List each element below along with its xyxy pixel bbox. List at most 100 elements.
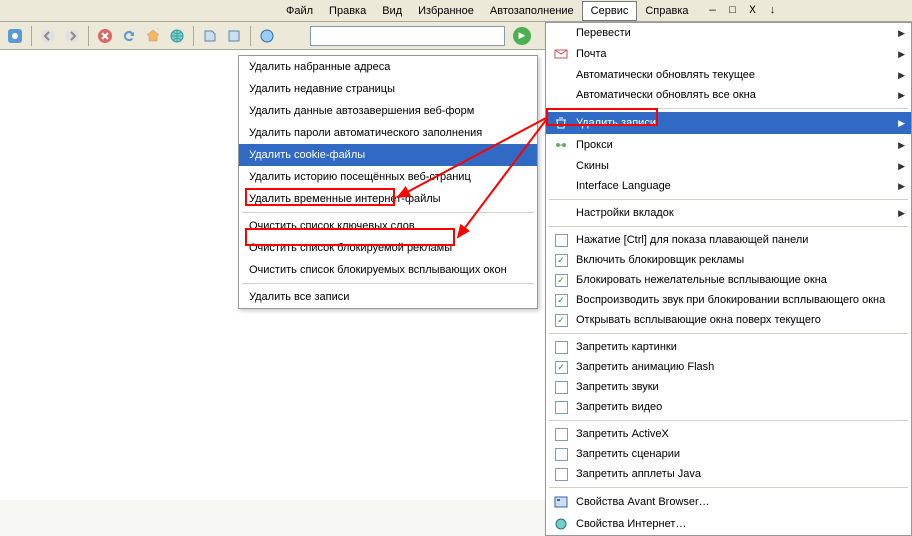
submenu-arrow-icon: ▶	[893, 118, 905, 129]
inet-icon	[550, 516, 572, 532]
checkbox-icon: ✓	[555, 361, 568, 374]
dropdown-item[interactable]: Автоматически обновлять текущее▶	[546, 65, 911, 85]
dropdown-separator	[549, 199, 908, 200]
dropdown-item-label: Перевести	[572, 27, 893, 39]
dropdown-item[interactable]: Свойства Интернет…	[546, 513, 911, 535]
dropdown-item[interactable]: Запретить ActiveX	[546, 424, 911, 444]
dropdown-item-label: Interface Language	[572, 180, 893, 192]
submenu-item[interactable]: Удалить набранные адреса	[239, 56, 537, 78]
go-button[interactable]: ▶	[511, 25, 533, 47]
dropdown-item-label: Открывать всплывающие окна поверх текуще…	[572, 314, 905, 326]
dropdown-item-label: Автоматически обновлять текущее	[572, 69, 893, 81]
dropdown-item[interactable]: Перевести▶	[546, 23, 911, 43]
dropdown-item[interactable]: Настройки вкладок▶	[546, 203, 911, 223]
menubar: Файл Правка Вид Избранное Автозаполнение…	[0, 0, 912, 22]
submenu-arrow-icon: ▶	[893, 90, 905, 101]
dropdown-item[interactable]: ✓Блокировать нежелательные всплывающие о…	[546, 270, 911, 290]
menu-autofill[interactable]: Автозаполнение	[482, 2, 582, 20]
checkbox-icon	[555, 234, 568, 247]
checkbox-icon	[555, 448, 568, 461]
dropdown-item-label: Нажатие [Ctrl] для показа плавающей пане…	[572, 234, 905, 246]
dropdown-item[interactable]: ✓ Запретить анимацию Flash	[546, 357, 911, 377]
checkbox-icon: ✓	[555, 254, 568, 267]
menu-favorites[interactable]: Избранное	[410, 2, 482, 20]
submenu-item[interactable]: Удалить историю посещённых веб-страниц	[239, 166, 537, 188]
submenu-item[interactable]: Очистить список блокируемой рекламы	[239, 237, 537, 259]
globe-button[interactable]	[166, 25, 188, 47]
submenu-item[interactable]: Очистить список блокируемых всплывающих …	[239, 259, 537, 281]
home-button[interactable]	[142, 25, 164, 47]
dropdown-item[interactable]: Автоматически обновлять все окна▶	[546, 85, 911, 105]
submenu-item[interactable]: Удалить cookie-файлы	[239, 144, 537, 166]
dropdown-item[interactable]: Запретить видео	[546, 397, 911, 417]
checkbox-icon	[555, 468, 568, 481]
dropdown-item-label: Блокировать нежелательные всплывающие ок…	[572, 274, 905, 286]
dropdown-item-label: Включить блокировщик рекламы	[572, 254, 905, 266]
dropdown-item[interactable]: ✓Открывать всплывающие окна поверх текущ…	[546, 310, 911, 330]
toolbar-icon-2[interactable]	[223, 25, 245, 47]
submenu-arrow-icon: ▶	[893, 140, 905, 151]
toolbar-icon-1[interactable]	[199, 25, 221, 47]
dropdown-item-label: Воспроизводить звук при блокировании всп…	[572, 294, 905, 306]
back-button[interactable]	[37, 25, 59, 47]
forward-button[interactable]	[61, 25, 83, 47]
dropdown-item-label: Запретить ActiveX	[572, 428, 905, 440]
dropdown-item[interactable]: Прокси▶	[546, 134, 911, 156]
refresh-button[interactable]	[118, 25, 140, 47]
dropdown-item[interactable]: Нажатие [Ctrl] для показа плавающей пане…	[546, 230, 911, 250]
dropdown-item-label: Настройки вкладок	[572, 207, 893, 219]
checkbox-icon	[555, 401, 568, 414]
submenu-item[interactable]: Очистить список ключевых слов	[239, 215, 537, 237]
dropdown-item[interactable]: Почта▶	[546, 43, 911, 65]
dropdown-item-label: Свойства Интернет…	[572, 518, 905, 530]
mail-icon	[550, 46, 572, 62]
dropdown-item[interactable]: Запретить звуки	[546, 377, 911, 397]
dropdown-separator	[549, 108, 908, 109]
submenu-arrow-icon: ▶	[893, 181, 905, 192]
dropdown-item[interactable]: Запретить картинки	[546, 337, 911, 357]
dropdown-separator	[549, 333, 908, 334]
submenu-item[interactable]: Удалить пароли автоматического заполнени…	[239, 122, 537, 144]
dropdown-item-label: Свойства Avant Browser…	[572, 496, 905, 508]
dropdown-item-label: Почта	[572, 48, 893, 60]
service-dropdown: Перевести▶Почта▶Автоматически обновлять …	[545, 22, 912, 536]
close-button[interactable]: X	[745, 4, 761, 18]
checkbox-icon	[555, 341, 568, 354]
checkbox-icon: ✓	[555, 294, 568, 307]
menu-file[interactable]: Файл	[278, 2, 321, 20]
window-controls: — □ X ↓	[705, 4, 781, 18]
dropdown-item[interactable]: Скины▶	[546, 156, 911, 176]
dropdown-item-label: Запретить анимацию Flash	[572, 361, 905, 373]
menu-service[interactable]: Сервис	[582, 1, 638, 21]
expand-button[interactable]: ↓	[765, 4, 781, 18]
submenu-item[interactable]: Удалить временные интернет-файлы	[239, 188, 537, 210]
dropdown-item[interactable]: Запретить сценарии	[546, 444, 911, 464]
submenu-item[interactable]: Удалить данные автозавершения веб-форм	[239, 100, 537, 122]
submenu-arrow-icon: ▶	[893, 208, 905, 219]
restore-button[interactable]: □	[725, 4, 741, 18]
submenu-separator	[242, 283, 534, 284]
minimize-button[interactable]: —	[705, 4, 721, 18]
dropdown-item[interactable]: Запретить апплеты Java	[546, 464, 911, 484]
trash-icon	[550, 115, 572, 131]
dropdown-item[interactable]: Interface Language▶	[546, 176, 911, 196]
menu-edit[interactable]: Правка	[321, 2, 374, 20]
dropdown-item-label: Запретить картинки	[572, 341, 905, 353]
checkbox-icon	[555, 381, 568, 394]
dropdown-item[interactable]: ✓ Воспроизводить звук при блокировании вс…	[546, 290, 911, 310]
menu-view[interactable]: Вид	[374, 2, 410, 20]
stop-button[interactable]	[94, 25, 116, 47]
dropdown-item-label: Запретить апплеты Java	[572, 468, 905, 480]
submenu-item[interactable]: Удалить все записи	[239, 286, 537, 308]
dropdown-item-label: Автоматически обновлять все окна	[572, 89, 893, 101]
menu-help[interactable]: Справка	[637, 2, 696, 20]
dropdown-separator	[549, 226, 908, 227]
toolbar-icon-3[interactable]	[256, 25, 278, 47]
dropdown-item[interactable]: ✓ Включить блокировщик рекламы	[546, 250, 911, 270]
address-bar[interactable]	[310, 26, 505, 46]
dropdown-separator	[549, 487, 908, 488]
app-logo-icon[interactable]	[4, 25, 26, 47]
submenu-item[interactable]: Удалить недавние страницы	[239, 78, 537, 100]
dropdown-item[interactable]: Удалить записи▶	[546, 112, 911, 134]
dropdown-item[interactable]: Свойства Avant Browser…	[546, 491, 911, 513]
